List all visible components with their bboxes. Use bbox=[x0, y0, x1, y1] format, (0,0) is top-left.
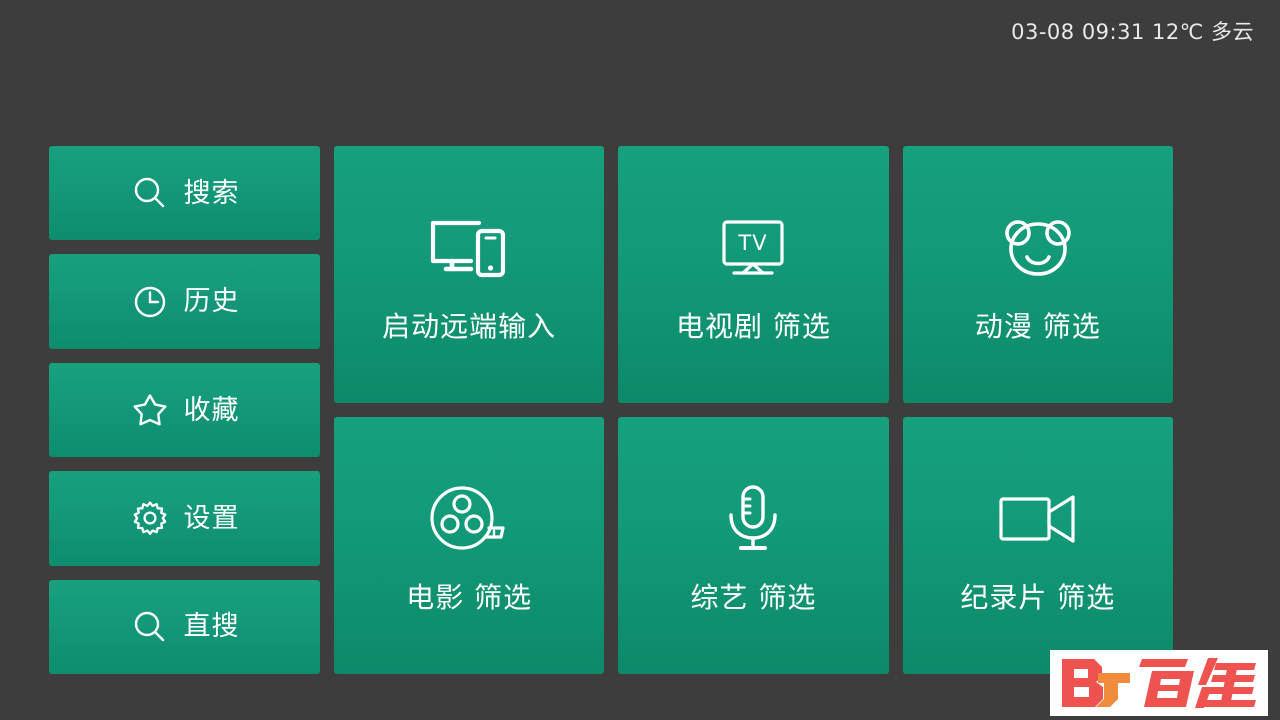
tv-icon: TV bbox=[710, 209, 796, 287]
sidebar-item-favorites[interactable]: 收藏 bbox=[49, 362, 320, 458]
microphone-icon bbox=[710, 480, 796, 558]
tile-label: 动漫 筛选 bbox=[974, 309, 1101, 343]
search-icon bbox=[130, 607, 170, 647]
video-camera-icon bbox=[995, 480, 1081, 558]
tile-label: 综艺 筛选 bbox=[690, 580, 817, 614]
tile-documentary[interactable]: 纪录片 筛选 bbox=[902, 417, 1173, 674]
tile-tv-series[interactable]: TV 电视剧 筛选 bbox=[618, 146, 889, 403]
status-datetime-weather: 03-08 09:31 12℃ 多云 bbox=[1011, 20, 1254, 44]
sidebar-item-label: 历史 bbox=[183, 286, 240, 318]
watermark-bj-baijia-icon bbox=[1062, 658, 1256, 708]
sidebar-item-label: 直搜 bbox=[183, 611, 240, 643]
tile-label: 纪录片 筛选 bbox=[960, 580, 1116, 614]
film-reel-icon bbox=[426, 480, 512, 558]
sidebar-item-history[interactable]: 历史 bbox=[49, 254, 320, 349]
sidebar-item-direct-search[interactable]: 直搜 bbox=[49, 579, 320, 675]
tile-grid: 启动远端输入 TV 电视剧 筛选 动漫 筛选 电影 筛选 综艺 筛选 纪录片 筛… bbox=[334, 146, 1173, 674]
svg-text:TV: TV bbox=[738, 231, 768, 255]
tile-movies[interactable]: 电影 筛选 bbox=[334, 417, 605, 674]
sidebar-item-label: 设置 bbox=[183, 502, 240, 534]
sidebar-item-label: 搜索 bbox=[183, 177, 240, 209]
tile-label: 启动远端输入 bbox=[382, 309, 557, 343]
tile-label: 电影 筛选 bbox=[406, 580, 533, 614]
star-icon bbox=[130, 390, 170, 430]
monitor-phone-icon bbox=[426, 209, 512, 287]
main-stage: 搜索 历史 收藏 设置 直搜 启动远端输入 TV 电视剧 筛选 动漫 筛选 电影… bbox=[49, 146, 1173, 675]
tile-remote-input[interactable]: 启动远端输入 bbox=[334, 146, 605, 403]
tile-variety[interactable]: 综艺 筛选 bbox=[618, 417, 889, 674]
sidebar-item-label: 收藏 bbox=[183, 394, 240, 426]
clock-icon bbox=[130, 282, 170, 322]
sidebar-item-search[interactable]: 搜索 bbox=[49, 146, 320, 241]
watermark-logo bbox=[1050, 650, 1268, 716]
tile-label: 电视剧 筛选 bbox=[676, 309, 831, 343]
tile-anime[interactable]: 动漫 筛选 bbox=[902, 146, 1173, 403]
sidebar: 搜索 历史 收藏 设置 直搜 bbox=[49, 146, 320, 675]
bear-face-icon bbox=[995, 209, 1081, 287]
search-icon bbox=[130, 173, 170, 213]
status-bar: 03-08 09:31 12℃ 多云 bbox=[0, 0, 1280, 62]
sidebar-item-settings[interactable]: 设置 bbox=[49, 471, 320, 566]
gear-icon bbox=[130, 498, 170, 538]
